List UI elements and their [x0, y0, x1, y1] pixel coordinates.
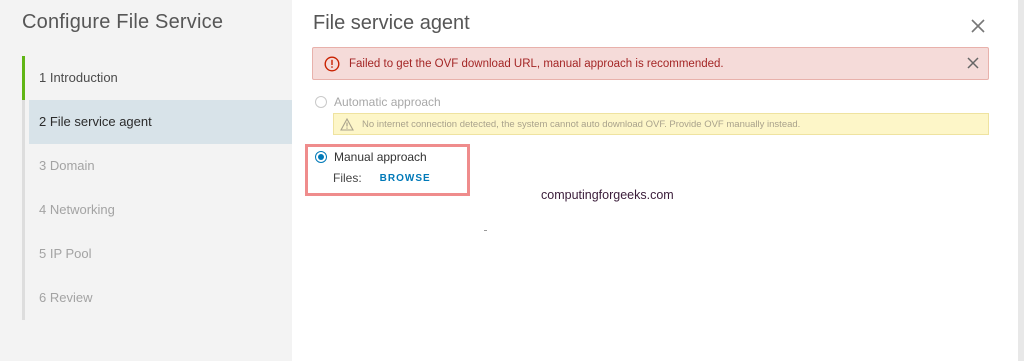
- automatic-approach-radio[interactable]: [315, 96, 327, 108]
- step-domain: 3 Domain: [39, 158, 95, 173]
- step-ip-pool: 5 IP Pool: [39, 246, 92, 261]
- configure-file-service-dialog: Configure File Service 1 Introduction 2 …: [0, 0, 1018, 361]
- automatic-approach-option[interactable]: Automatic approach: [315, 95, 441, 109]
- close-dialog-button[interactable]: [969, 17, 987, 35]
- divider-dot: [484, 230, 487, 231]
- error-alert: Failed to get the OVF download URL, manu…: [312, 47, 989, 80]
- step-review: 6 Review: [39, 290, 93, 305]
- step-file-service-agent[interactable]: 2 File service agent: [29, 100, 292, 144]
- annotation-highlight-box: [305, 144, 470, 196]
- watermark-text: computingforgeeks.com: [541, 188, 674, 202]
- wizard-title: Configure File Service: [22, 11, 224, 33]
- wizard-sidebar: Configure File Service 1 Introduction 2 …: [0, 0, 292, 361]
- warning-message: No internet connection detected, the sys…: [362, 118, 801, 130]
- close-icon: [967, 57, 979, 69]
- warning-triangle-icon: [340, 117, 354, 131]
- dismiss-alert-button[interactable]: [966, 56, 980, 70]
- error-circle-icon: [324, 55, 340, 72]
- automatic-approach-label: Automatic approach: [334, 95, 441, 109]
- step-introduction[interactable]: 1 Introduction: [22, 56, 292, 100]
- background-edge: [1018, 0, 1024, 361]
- wizard-steps: 1 Introduction 2 File service agent 3 Do…: [22, 56, 292, 320]
- step-networking: 4 Networking: [39, 202, 115, 217]
- error-alert-message: Failed to get the OVF download URL, manu…: [349, 57, 724, 70]
- warning-alert: No internet connection detected, the sys…: [333, 113, 989, 135]
- page-title: File service agent: [313, 12, 470, 34]
- close-icon: [971, 19, 985, 33]
- wizard-content: File service agent Failed to get the OVF…: [292, 0, 1018, 361]
